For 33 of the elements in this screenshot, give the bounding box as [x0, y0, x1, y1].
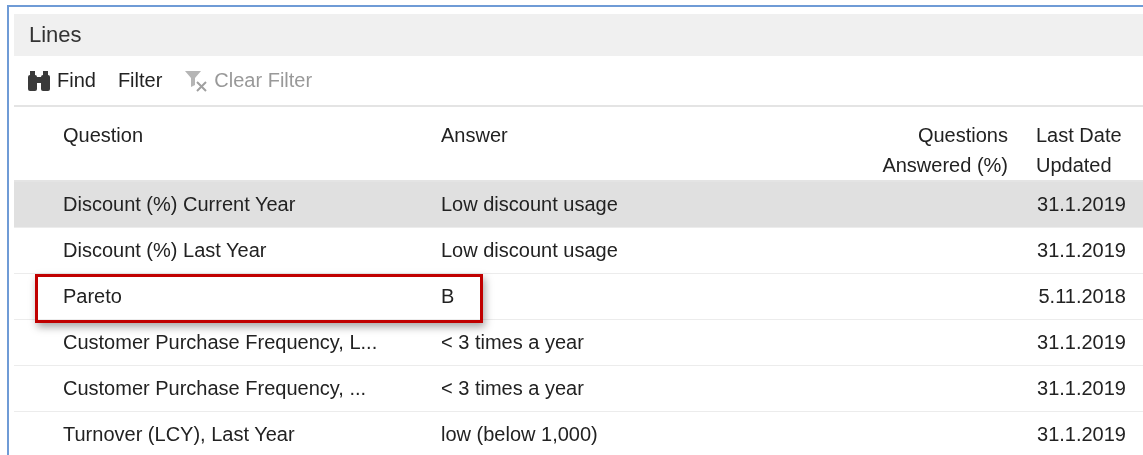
table-row[interactable]: Customer Purchase Frequency, ... < 3 times a year 31.1.2019 — [14, 366, 1143, 412]
find-button[interactable]: Find — [27, 69, 96, 92]
table-cell-text: Discount (%) Last Year — [63, 239, 268, 262]
table-cell-text: Customer Purchase Frequency, L... — [63, 331, 379, 354]
column-header[interactable]: Question — [63, 107, 441, 180]
table-row[interactable]: Pareto B 5.11.2018 — [14, 274, 1143, 320]
table-row[interactable]: Discount (%) Current Year Low discount usage 31.1.2019 — [14, 182, 1143, 228]
table-cell-text: Turnover (LCY), Last Year — [63, 423, 296, 446]
table-cell-text: 31.1.2019 — [1036, 193, 1126, 216]
table-cell-text: Low discount usage — [441, 193, 619, 216]
table-cell-text: 31.1.2019 — [1036, 331, 1126, 354]
column-header[interactable]: Answer — [441, 107, 858, 180]
table-cell-text: Low discount usage — [441, 239, 619, 262]
table-row[interactable]: Discount (%) Last Year Low discount usage 31.1.2019 — [14, 228, 1143, 274]
table-cell-text: Customer Purchase Frequency, ... — [63, 377, 368, 400]
column-header[interactable]: Questions Answered (%) — [858, 107, 1008, 180]
table-cell-text: < 3 times a year — [441, 377, 585, 400]
table-cell-text: Pareto — [63, 285, 123, 308]
table-cell-text: B — [441, 285, 456, 308]
filter-button[interactable]: Filter — [117, 69, 163, 92]
table-row[interactable]: Customer Purchase Frequency, L... < 3 times a year 31.1.2019 — [14, 320, 1143, 366]
table-cell-text: low (below 1,000) — [441, 423, 599, 446]
table-row[interactable]: Turnover (LCY), Last Year low (below 1,000) 31.1.2019 — [14, 412, 1143, 455]
table-cell-text: 31.1.2019 — [1036, 377, 1126, 400]
column-header[interactable]: Last Date Updated — [1008, 107, 1126, 180]
table-cell-text: 31.1.2019 — [1036, 423, 1126, 446]
table-cell-text: < 3 times a year — [441, 331, 585, 354]
table-cell-text: 31.1.2019 — [1036, 239, 1126, 262]
clear-filter-icon — [184, 69, 209, 92]
table-cell-text: 5.11.2018 — [1037, 285, 1126, 308]
table-cell-text: Discount (%) Current Year — [63, 193, 297, 216]
panel-title: Lines — [14, 14, 1143, 56]
binoculars-icon — [27, 70, 51, 91]
